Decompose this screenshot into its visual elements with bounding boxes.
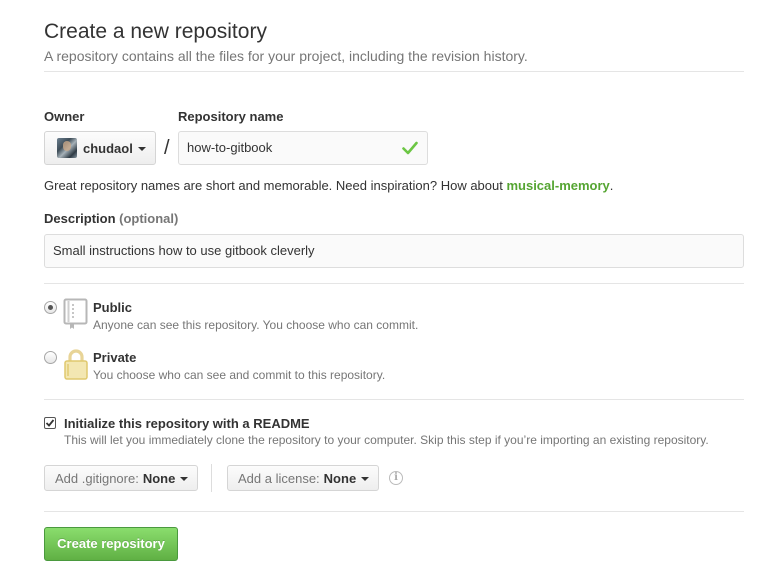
license-select-button[interactable]: Add a license: None xyxy=(227,465,379,491)
repo-name-label: Repository name xyxy=(178,109,284,124)
chevron-down-icon xyxy=(180,477,189,481)
lock-icon xyxy=(64,349,88,380)
private-option-title: Private xyxy=(93,350,137,365)
description-divider xyxy=(44,283,744,284)
header-divider xyxy=(44,71,744,72)
description-label-text: Description xyxy=(44,211,116,226)
name-suggestion-hint: Great repository names are short and mem… xyxy=(44,178,613,194)
repository-name-input[interactable]: how-to-gitbook xyxy=(178,131,428,165)
visibility-divider xyxy=(44,399,744,400)
readme-option-title: Initialize this repository with a README xyxy=(64,416,310,431)
private-option-note: You choose who can see and commit to thi… xyxy=(93,368,386,382)
avatar xyxy=(57,138,77,158)
hint-text: Great repository names are short and mem… xyxy=(44,178,507,193)
check-icon xyxy=(402,141,418,155)
owner-name: chudaol xyxy=(83,140,133,156)
page-title: Create a new repository xyxy=(44,20,267,43)
description-input[interactable]: Small instructions how to use gitbook cl… xyxy=(44,234,744,268)
chevron-down-icon xyxy=(361,477,370,481)
owner-label: Owner xyxy=(44,109,85,124)
license-label: Add a license: xyxy=(238,470,320,486)
public-option-title: Public xyxy=(93,300,133,315)
create-repository-button[interactable]: Create repository xyxy=(44,527,178,561)
checkmark-icon xyxy=(45,419,55,427)
private-radio[interactable] xyxy=(44,351,57,364)
gitignore-label: Add .gitignore: xyxy=(55,470,139,486)
owner-select-button[interactable]: chudaol xyxy=(44,131,156,165)
description-label: Description (optional) xyxy=(44,211,178,227)
public-radio[interactable] xyxy=(44,301,57,314)
info-icon[interactable]: i xyxy=(389,471,403,485)
license-value: None xyxy=(323,470,357,486)
select-separator xyxy=(211,464,212,492)
readme-option-note: This will let you immediately clone the … xyxy=(64,433,709,447)
public-option-note: Anyone can see this repository. You choo… xyxy=(93,318,419,332)
page-subtitle: A repository contains all the files for … xyxy=(44,48,528,64)
owner-repo-separator: / xyxy=(164,137,170,159)
suggested-name-link[interactable]: musical-memory xyxy=(506,178,609,193)
gitignore-value: None xyxy=(142,470,176,486)
repo-book-icon xyxy=(63,298,88,329)
readme-checkbox[interactable] xyxy=(44,417,56,429)
chevron-down-icon xyxy=(137,147,146,151)
hint-end: . xyxy=(609,178,614,193)
gitignore-select-button[interactable]: Add .gitignore: None xyxy=(44,465,198,491)
optional-note: (optional) xyxy=(119,211,179,226)
options-divider xyxy=(44,511,744,512)
